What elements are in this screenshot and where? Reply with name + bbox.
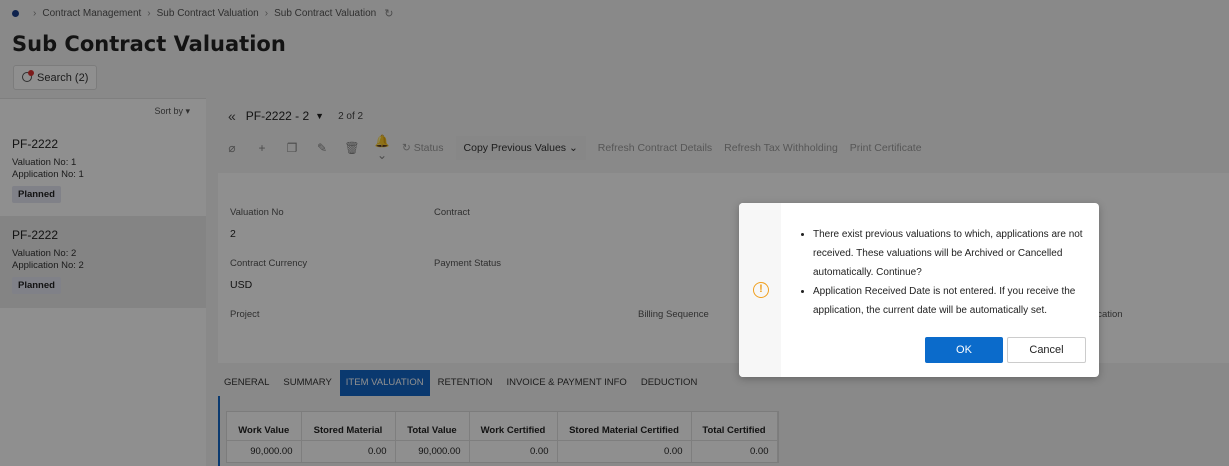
confirmation-dialog: ! There exist previous valuations to whi… bbox=[739, 203, 1099, 377]
cancel-button[interactable]: Cancel bbox=[1007, 337, 1086, 363]
dialog-message-list: There exist previous valuations to which… bbox=[813, 225, 1089, 320]
dialog-icon-column: ! bbox=[739, 203, 781, 377]
dialog-message: There exist previous valuations to which… bbox=[813, 225, 1089, 282]
dialog-message: Application Received Date is not entered… bbox=[813, 282, 1089, 320]
ok-button[interactable]: OK bbox=[925, 337, 1003, 363]
warning-icon: ! bbox=[753, 282, 769, 298]
